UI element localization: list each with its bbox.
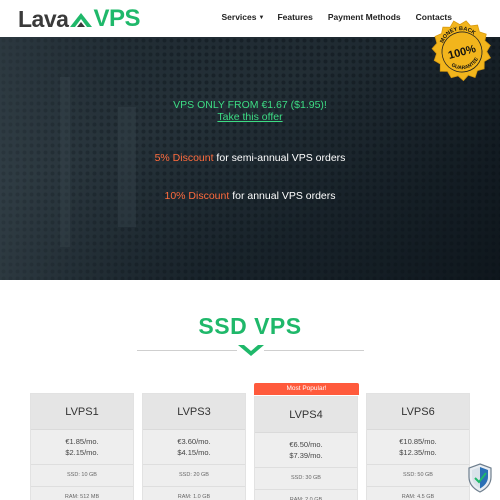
plan-ram: RAM: 512 MB — [31, 486, 133, 500]
plan-ssd: SSD: 30 GB — [255, 467, 357, 489]
site-header: Lava VPS Services ▼ Features Payment Meth… — [0, 0, 500, 37]
nav-payment-methods[interactable]: Payment Methods — [328, 12, 401, 22]
plan-price-usd: $7.39/mo. — [289, 451, 323, 460]
brand-logo[interactable]: Lava VPS — [18, 5, 140, 32]
shield-icon[interactable] — [467, 463, 493, 493]
plan-price-eur: €1.85/mo. — [65, 437, 99, 446]
take-offer-link[interactable]: Take this offer — [217, 111, 282, 123]
plan-price-usd: $4.15/mo. — [177, 448, 211, 457]
section-divider-right — [264, 350, 364, 351]
plan-name: LVPS6 — [367, 394, 469, 430]
plan-name: LVPS4 — [255, 397, 357, 433]
plan-price: €6.50/mo. $7.39/mo. — [255, 439, 357, 461]
plan-card[interactable]: LVPS6 €10.85/mo. $12.35/mo. SSD: 50 GB R… — [366, 393, 470, 500]
discount-annual-highlight: 10% Discount — [164, 190, 230, 202]
most-popular-badge: Most Popular! — [254, 383, 359, 395]
plan-price-usd: $12.35/mo. — [399, 448, 437, 457]
plan-ssd: SSD: 20 GB — [143, 464, 245, 486]
plan-card-featured[interactable]: LVPS4 €6.50/mo. $7.39/mo. SSD: 30 GB RAM… — [254, 396, 358, 500]
plan-price-usd: $2.15/mo. — [65, 448, 99, 457]
section-divider-left — [137, 350, 237, 351]
plan-ram: RAM: 4.5 GB — [367, 486, 469, 500]
plan-ram: RAM: 2.0 GB — [255, 489, 357, 500]
hero-discount-semiannual: 5% Discount for semi-annual VPS orders — [0, 152, 500, 164]
plan-price: €10.85/mo. $12.35/mo. — [367, 436, 469, 458]
discount-semiannual-highlight: 5% Discount — [154, 152, 214, 164]
logo-text-vps: VPS — [93, 5, 140, 32]
hero-offer-link-row: Take this offer — [0, 111, 500, 123]
plan-name: LVPS1 — [31, 394, 133, 430]
plan-price: €1.85/mo. $2.15/mo. — [31, 436, 133, 458]
plan-name: LVPS3 — [143, 394, 245, 430]
section-title: SSD VPS — [198, 313, 302, 339]
plan-ssd: SSD: 10 GB — [31, 464, 133, 486]
plan-price-eur: €3.60/mo. — [177, 437, 211, 446]
logo-text-lava: Lava — [18, 5, 69, 32]
nav-features[interactable]: Features — [277, 12, 312, 22]
nav-services-label: Services — [221, 12, 257, 22]
nav-services[interactable]: Services ▼ — [222, 12, 265, 22]
chevron-down-icon: ▼ — [258, 15, 265, 21]
main-nav: Services ▼ Features Payment Methods Conta… — [222, 12, 453, 22]
logo-mark-icon — [70, 13, 93, 27]
plan-ram: RAM: 1.0 GB — [143, 486, 245, 500]
hero-discount-annual: 10% Discount for annual VPS orders — [0, 190, 500, 202]
plan-card[interactable]: LVPS1 €1.85/mo. $2.15/mo. SSD: 10 GB RAM… — [30, 393, 134, 500]
discount-semiannual-text: for semi-annual VPS orders — [213, 152, 346, 164]
hero-offer-line: VPS ONLY FROM €1.67 ($1.95)! — [0, 99, 500, 111]
plan-price-eur: €6.50/mo. — [289, 440, 323, 449]
hero-banner: VPS ONLY FROM €1.67 ($1.95)! Take this o… — [0, 37, 500, 280]
plan-ssd: SSD: 50 GB — [367, 464, 469, 486]
hero-offer-text: VPS ONLY FROM €1.67 ($1.95)! — [173, 99, 327, 111]
money-back-guarantee-badge: MONEY BACK 100% GUARANTEE — [431, 20, 492, 82]
discount-annual-text: for annual VPS orders — [229, 190, 336, 202]
plan-card[interactable]: LVPS3 €3.60/mo. $4.15/mo. SSD: 20 GB RAM… — [142, 393, 246, 500]
chevron-down-icon — [238, 345, 264, 356]
plan-price-eur: €10.85/mo. — [399, 437, 437, 446]
plan-price: €3.60/mo. $4.15/mo. — [143, 436, 245, 458]
